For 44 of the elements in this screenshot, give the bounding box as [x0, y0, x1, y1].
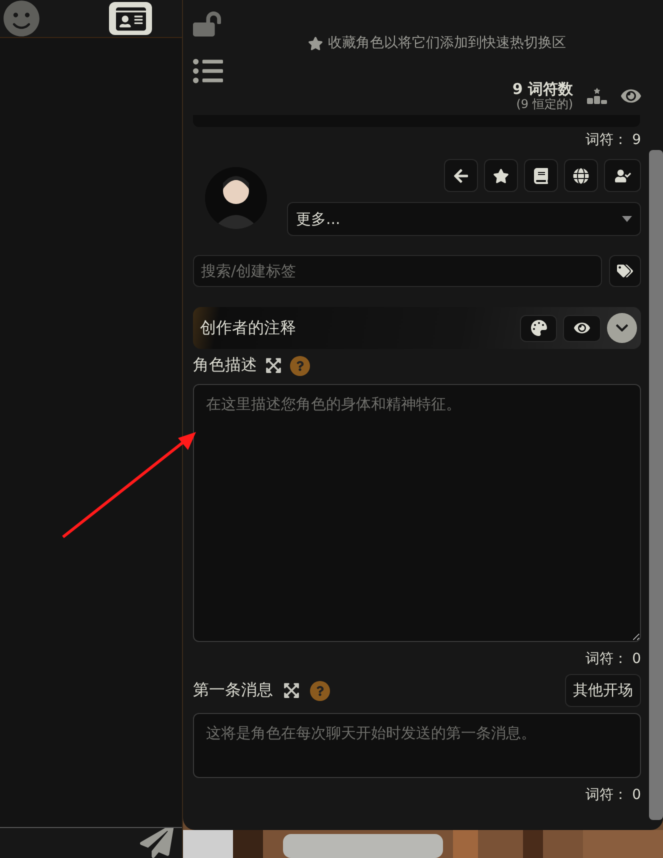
creator-notes-bar[interactable]: 创作者的注释 [193, 307, 641, 349]
creator-notes-title: 创作者的注释 [200, 318, 296, 338]
token-permanent: (9 恒定的) [516, 98, 573, 110]
book-button[interactable] [524, 159, 558, 192]
list-icon [193, 56, 223, 86]
first-message-field[interactable]: 这将是角色在每次聊天开始时发送的第一条消息。 [193, 713, 641, 778]
description-field[interactable]: 在这里描述您角色的身体和精神特征。 [193, 384, 641, 642]
palette-icon [530, 320, 546, 336]
description-label: 角色描述 [193, 355, 257, 376]
favorite-button[interactable] [484, 159, 518, 192]
help-icon[interactable] [290, 356, 310, 376]
token-count: 词符： 0 [584, 786, 641, 805]
scrollbar[interactable] [649, 150, 663, 820]
palette-button[interactable] [520, 314, 557, 342]
book-icon [533, 168, 549, 184]
star-icon [308, 36, 323, 50]
first-message-label: 第一条消息 [193, 680, 273, 701]
tags-icon [617, 263, 633, 279]
token-count: 词符： 0 [584, 650, 641, 669]
expand-icon [265, 357, 282, 374]
token-count: 词符： 9 [584, 131, 641, 150]
arrow-left-icon [453, 168, 469, 184]
tags-button[interactable] [609, 255, 641, 287]
expand-icon [283, 682, 300, 699]
expand-button[interactable] [607, 313, 637, 343]
more-dropdown[interactable]: 更多... [287, 202, 641, 236]
send-icon [140, 828, 174, 858]
help-icon[interactable] [310, 680, 330, 700]
star-icon [493, 168, 509, 184]
tag-search-field[interactable]: 搜索/创建标签 [193, 255, 602, 287]
favorites-hint: 收藏角色以将它们添加到快速热切换区 [328, 34, 566, 52]
user-check-button[interactable] [604, 159, 641, 192]
alternate-greetings-button[interactable]: 其他开场 [565, 674, 641, 707]
eye-icon [574, 320, 590, 336]
token-total: 9 词符数 [512, 82, 573, 98]
podium-icon [587, 86, 607, 106]
lock-icon [193, 10, 221, 38]
globe-button[interactable] [564, 159, 598, 192]
back-button[interactable] [444, 159, 478, 192]
character-card-button[interactable] [109, 2, 152, 35]
user-check-icon [614, 168, 630, 184]
eye-button[interactable] [563, 314, 601, 342]
smiley-icon [3, 0, 40, 37]
globe-icon [573, 168, 589, 184]
